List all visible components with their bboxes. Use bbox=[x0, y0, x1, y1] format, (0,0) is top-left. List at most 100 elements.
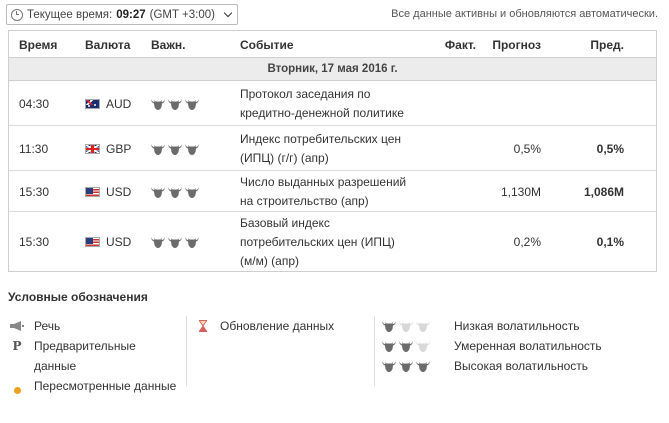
hourglass-icon bbox=[194, 316, 212, 336]
timezone-offset: (GMT +3:00) bbox=[149, 8, 215, 21]
table-row[interactable]: 04:30 AUD Протокол заседания по кредитно-де… bbox=[9, 81, 656, 126]
event-title-line2: потребительских цен (ИПЦ) bbox=[240, 235, 395, 249]
preliminary-p-icon: P bbox=[12, 339, 22, 353]
legend-medium-label: Умеренная волатильность bbox=[454, 339, 602, 353]
table-row[interactable]: 15:30 USD Базовый индекс потребительских це… bbox=[9, 212, 656, 272]
importance-bulls bbox=[151, 143, 199, 155]
event-title-line2: (ИПЦ) (г/г) (апр) bbox=[240, 151, 329, 165]
bull-icon bbox=[168, 98, 182, 110]
previous-value: 0,5% bbox=[596, 142, 624, 156]
event-title[interactable]: Число выданных разрешений на строительств… bbox=[240, 173, 430, 211]
importance-bulls bbox=[151, 98, 199, 110]
legend: Условные обозначения Речь P Предваритель… bbox=[8, 290, 657, 394]
col-time[interactable]: Время bbox=[19, 38, 57, 52]
legend-preliminary: P Предварительные данные bbox=[8, 336, 188, 376]
event-time: 11:30 bbox=[19, 142, 49, 156]
volatility-medium-icon bbox=[382, 336, 438, 352]
legend-update: Обновление данных bbox=[194, 316, 364, 336]
us-flag-icon bbox=[85, 237, 100, 247]
event-title-line3: (м/м) (апр) bbox=[240, 254, 299, 268]
event-time: 04:30 bbox=[19, 97, 50, 111]
event-currency: AUD bbox=[85, 97, 131, 111]
legend-divider-1 bbox=[186, 316, 187, 386]
bull-icon bbox=[185, 98, 199, 110]
bull-icon bbox=[399, 320, 413, 332]
previous-value: 1,086M bbox=[583, 185, 624, 199]
auto-update-status: Все данные активны и обновляются автомат… bbox=[391, 8, 658, 20]
timezone-select[interactable]: Текущее время: 09:27 (GMT +3:00) bbox=[6, 4, 238, 25]
currency-code: USD bbox=[106, 185, 132, 199]
col-forecast[interactable]: Прогноз bbox=[492, 38, 541, 52]
bull-icon bbox=[185, 143, 199, 155]
bull-icon bbox=[151, 236, 165, 248]
importance-bulls bbox=[151, 186, 199, 198]
bull-icon bbox=[399, 340, 413, 352]
bull-icon bbox=[416, 320, 430, 332]
forecast-value: 1,130M bbox=[500, 185, 541, 199]
australia-flag-icon bbox=[85, 99, 100, 109]
legend-preliminary-label: Предварительные данные bbox=[34, 336, 136, 376]
table-row[interactable]: 15:30 USD Число выданных разрешений на стро… bbox=[9, 171, 656, 212]
legend-col-1: Речь P Предварительные данные Пересмотре… bbox=[8, 316, 188, 396]
bull-icon bbox=[168, 186, 182, 198]
date-row: Вторник, 17 мая 2016 г. bbox=[9, 58, 656, 81]
economic-calendar-table: Время Валюта Важн. Событие Факт. Прогноз… bbox=[8, 30, 657, 272]
col-importance[interactable]: Важн. bbox=[151, 38, 185, 52]
legend-low-label: Низкая волатильность bbox=[454, 319, 580, 333]
event-title-line2: кредитно-денежной политике bbox=[240, 106, 404, 120]
col-currency[interactable]: Валюта bbox=[85, 38, 130, 52]
col-event[interactable]: Событие bbox=[240, 38, 294, 52]
legend-medium: Умеренная волатильность bbox=[382, 336, 657, 356]
us-flag-icon bbox=[85, 187, 100, 197]
legend-high-label: Высокая волатильность bbox=[454, 359, 589, 373]
event-title[interactable]: Индекс потребительских цен (ИПЦ) (г/г) (а… bbox=[240, 130, 430, 168]
chevron-down-icon bbox=[223, 8, 233, 18]
bull-icon bbox=[382, 340, 396, 352]
bull-icon bbox=[382, 360, 396, 372]
currency-code: GBP bbox=[106, 142, 132, 156]
bull-icon bbox=[168, 236, 182, 248]
table-row[interactable]: 11:30 GBP Индекс потребительских цен (ИПЦ) … bbox=[9, 126, 656, 171]
event-title-line1: Базовый индекс bbox=[240, 216, 330, 230]
event-title-line2: на строительство (апр) bbox=[240, 194, 369, 208]
legend-divider-2 bbox=[374, 316, 375, 386]
importance-bulls bbox=[151, 236, 199, 248]
currency-code: AUD bbox=[106, 97, 132, 111]
current-time-label: Текущее время: bbox=[27, 8, 113, 21]
legend-preliminary-line2: данные bbox=[34, 359, 77, 373]
megaphone-icon bbox=[8, 316, 26, 336]
bull-icon bbox=[416, 360, 430, 372]
event-title[interactable]: Протокол заседания по кредитно-денежной п… bbox=[240, 85, 430, 123]
event-title[interactable]: Базовый индекс потребительских цен (ИПЦ) (… bbox=[240, 214, 430, 271]
current-time-value: 09:27 bbox=[116, 8, 146, 21]
bull-icon bbox=[185, 236, 199, 248]
bull-icon bbox=[185, 186, 199, 198]
legend-update-label: Обновление данных bbox=[220, 319, 335, 333]
forecast-value: 0,2% bbox=[513, 235, 541, 249]
event-time: 15:30 bbox=[19, 185, 50, 199]
col-previous[interactable]: Пред. bbox=[590, 38, 624, 52]
currency-code: USD bbox=[106, 235, 132, 249]
event-currency: USD bbox=[85, 235, 131, 249]
legend-title: Условные обозначения bbox=[8, 290, 148, 304]
volatility-low-icon bbox=[382, 316, 438, 332]
bull-icon bbox=[168, 143, 182, 155]
event-title-line1: Индекс потребительских цен bbox=[240, 132, 402, 146]
event-currency: USD bbox=[85, 185, 131, 199]
bull-icon bbox=[151, 98, 165, 110]
previous-value: 0,1% bbox=[596, 235, 624, 249]
volatility-high-icon bbox=[382, 356, 438, 372]
bull-icon bbox=[151, 143, 165, 155]
legend-col-3: Низкая волатильность Умеренная волатильн… bbox=[382, 316, 657, 376]
bull-icon bbox=[151, 186, 165, 198]
forecast-value: 0,5% bbox=[513, 142, 541, 156]
event-currency: GBP bbox=[85, 142, 131, 156]
col-actual[interactable]: Факт. bbox=[445, 38, 476, 52]
clock-icon bbox=[11, 8, 23, 21]
event-title-line1: Число выданных разрешений bbox=[240, 175, 407, 189]
bull-icon bbox=[416, 340, 430, 352]
uk-flag-icon bbox=[85, 144, 100, 154]
event-time: 15:30 bbox=[19, 235, 50, 249]
table-header: Время Валюта Важн. Событие Факт. Прогноз… bbox=[9, 31, 656, 58]
topbar: Текущее время: 09:27 (GMT +3:00) Все дан… bbox=[6, 4, 664, 26]
